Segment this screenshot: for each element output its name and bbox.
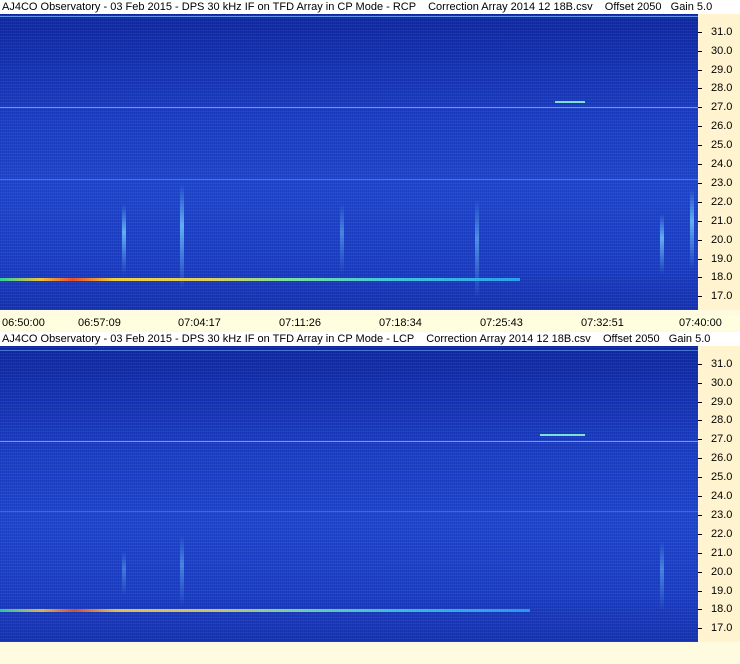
time-label: 06:50:00 — [2, 317, 45, 329]
signal-trace-lcp — [0, 609, 530, 612]
freq-label: 27.0 — [711, 101, 733, 113]
time-label: 07:25:43 — [480, 317, 523, 329]
time-axis: 06:50:00 06:57:09 07:04:17 07:11:26 07:1… — [0, 316, 740, 330]
freq-label: 27.0 — [711, 433, 733, 445]
freq-label: 26.0 — [711, 120, 733, 132]
freq-label: 31.0 — [711, 358, 733, 370]
freq-label: 28.0 — [711, 82, 733, 94]
time-label: 07:04:17 — [178, 317, 221, 329]
freq-label: 22.0 — [711, 528, 733, 540]
frequency-axis-lcp: 31.0 30.0 29.0 28.0 27.0 26.0 25.0 24.0 … — [698, 346, 740, 642]
panel-title-lcp: AJ4CO Observatory - 03 Feb 2015 - DPS 30… — [0, 332, 740, 346]
panel-title-rcp: AJ4CO Observatory - 03 Feb 2015 - DPS 30… — [0, 0, 740, 14]
freq-label: 23.0 — [711, 509, 733, 521]
spectrogram-lcp — [0, 346, 698, 642]
freq-label: 17.0 — [711, 290, 733, 302]
freq-label: 22.0 — [711, 196, 733, 208]
spectrogram-rcp — [0, 14, 698, 310]
freq-label: 28.0 — [711, 414, 733, 426]
time-label: 07:11:26 — [279, 317, 322, 329]
time-label: 07:40:00 — [679, 317, 722, 329]
freq-label: 17.0 — [711, 622, 733, 634]
freq-label: 29.0 — [711, 396, 733, 408]
freq-label: 18.0 — [711, 603, 733, 615]
time-label: 07:18:34 — [379, 317, 422, 329]
freq-label: 25.0 — [711, 471, 733, 483]
freq-label: 21.0 — [711, 547, 733, 559]
freq-label: 21.0 — [711, 215, 733, 227]
freq-label: 30.0 — [711, 377, 733, 389]
signal-trace-rcp — [0, 278, 520, 281]
time-label: 06:57:09 — [78, 317, 121, 329]
freq-label: 24.0 — [711, 158, 733, 170]
freq-label: 24.0 — [711, 490, 733, 502]
freq-label: 25.0 — [711, 139, 733, 151]
freq-label: 18.0 — [711, 271, 733, 283]
frequency-axis-rcp: 31.0 30.0 29.0 28.0 27.0 26.0 25.0 24.0 … — [698, 14, 740, 310]
freq-label: 19.0 — [711, 253, 733, 265]
freq-label: 23.0 — [711, 177, 733, 189]
freq-label: 29.0 — [711, 64, 733, 76]
freq-label: 20.0 — [711, 234, 733, 246]
freq-label: 19.0 — [711, 585, 733, 597]
time-label: 07:32:51 — [581, 317, 624, 329]
freq-label: 20.0 — [711, 566, 733, 578]
freq-label: 26.0 — [711, 452, 733, 464]
bottom-strip — [0, 642, 740, 664]
freq-label: 31.0 — [711, 26, 733, 38]
freq-label: 30.0 — [711, 45, 733, 57]
